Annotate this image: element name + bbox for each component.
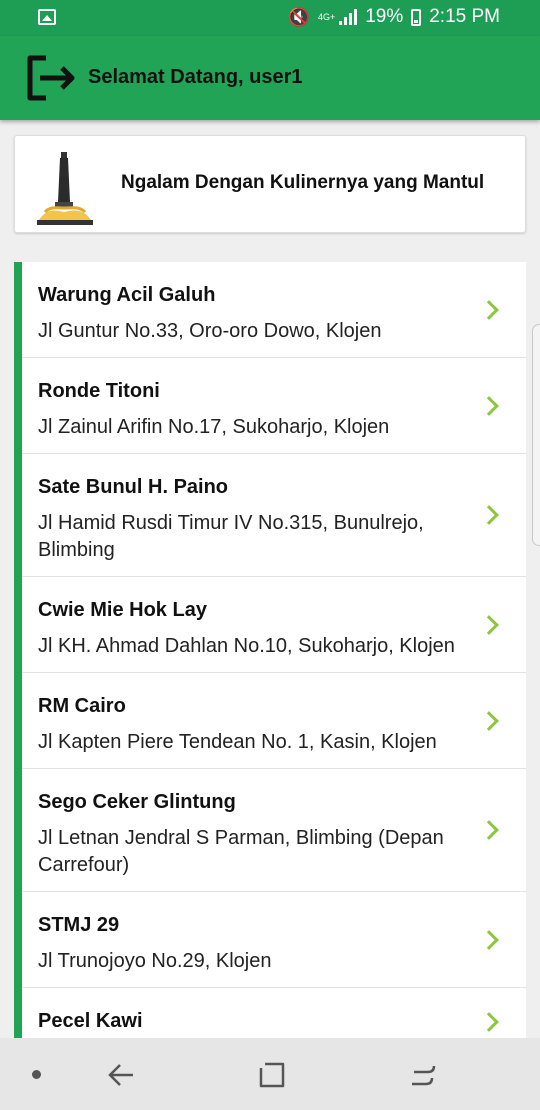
place-name: RM Cairo bbox=[38, 695, 126, 717]
place-name: Sate Bunul H. Paino bbox=[38, 476, 229, 498]
mute-icon: 🔇 bbox=[287, 6, 310, 27]
battery-percent: 19% bbox=[365, 6, 404, 27]
list-item[interactable]: Sate Bunul H. Paino Jl Hamid Rusdi Timur… bbox=[22, 454, 526, 577]
place-name: Sego Ceker Glintung bbox=[38, 791, 236, 813]
place-address: Jl KH. Ahmad Dahlan No.10, Sukoharjo, Kl… bbox=[38, 635, 455, 657]
culinary-list: Warung Acil Galuh Jl Guntur No.33, Oro-o… bbox=[14, 262, 526, 1038]
recents-icon[interactable] bbox=[257, 1060, 287, 1090]
list-item[interactable]: Warung Acil Galuh Jl Guntur No.33, Oro-o… bbox=[22, 262, 526, 358]
place-name: Warung Acil Galuh bbox=[38, 284, 216, 306]
place-address: Jl Letnan Jendral S Parman, Blimbing (De… bbox=[38, 827, 444, 876]
dot-icon[interactable] bbox=[32, 1070, 41, 1079]
place-name: Cwie Mie Hok Lay bbox=[38, 599, 207, 621]
network-type: 4G+ bbox=[317, 11, 336, 22]
place-name: Ronde Titoni bbox=[38, 380, 160, 402]
logout-icon[interactable] bbox=[22, 50, 78, 106]
place-address: Jl Kapten Piere Tendean No. 1, Kasin, Kl… bbox=[38, 731, 437, 753]
list-item[interactable]: Ronde Titoni Jl Zainul Arifin No.17, Suk… bbox=[22, 358, 526, 454]
place-address: Jl Trunojoyo No.29, Klojen bbox=[38, 950, 272, 972]
banner-text: Ngalam Dengan Kulinernya yang Mantul bbox=[121, 172, 485, 193]
monument-icon bbox=[37, 152, 93, 225]
battery-icon bbox=[411, 8, 422, 26]
back-icon[interactable] bbox=[106, 1060, 136, 1090]
status-bar: 🔇 4G+ 19% 2:15 PM bbox=[0, 0, 540, 36]
place-address: Jl Guntur No.33, Oro-oro Dowo, Klojen bbox=[38, 320, 382, 342]
welcome-title: Selamat Datang, user1 bbox=[88, 66, 303, 88]
chevron-right-icon bbox=[479, 614, 499, 635]
list-item[interactable]: RM Cairo Jl Kapten Piere Tendean No. 1, … bbox=[22, 673, 526, 769]
image-icon bbox=[38, 9, 56, 25]
place-name: Pecel Kawi bbox=[38, 1010, 143, 1032]
list-item[interactable]: Cwie Mie Hok Lay Jl KH. Ahmad Dahlan No.… bbox=[22, 577, 526, 673]
chevron-right-icon bbox=[479, 395, 499, 416]
app-bar: Selamat Datang, user1 bbox=[0, 36, 540, 120]
edge-panel-handle[interactable] bbox=[532, 324, 540, 546]
list-item[interactable]: Pecel Kawi bbox=[22, 988, 526, 1038]
place-name: STMJ 29 bbox=[38, 914, 120, 936]
switch-icon[interactable] bbox=[408, 1060, 438, 1090]
list-item[interactable]: Sego Ceker Glintung Jl Letnan Jendral S … bbox=[22, 769, 526, 892]
chevron-right-icon bbox=[479, 1012, 499, 1032]
chevron-right-icon bbox=[479, 710, 499, 731]
status-right: 🔇 4G+ 19% 2:15 PM bbox=[288, 6, 500, 28]
chevron-right-icon bbox=[479, 505, 499, 525]
chevron-right-icon bbox=[479, 929, 499, 950]
chevron-right-icon bbox=[479, 820, 499, 840]
place-address: Jl Hamid Rusdi Timur IV No.315, Bunulrej… bbox=[38, 512, 424, 561]
clock: 2:15 PM bbox=[429, 6, 500, 27]
list-item[interactable]: STMJ 29 Jl Trunojoyo No.29, Klojen bbox=[22, 892, 526, 988]
chevron-right-icon bbox=[479, 299, 499, 320]
banner-card: Ngalam Dengan Kulinernya yang Mantul bbox=[14, 135, 526, 233]
navigation-bar bbox=[0, 1038, 540, 1110]
signal-icon bbox=[339, 9, 358, 25]
place-address: Jl Zainul Arifin No.17, Sukoharjo, Kloje… bbox=[38, 416, 390, 438]
